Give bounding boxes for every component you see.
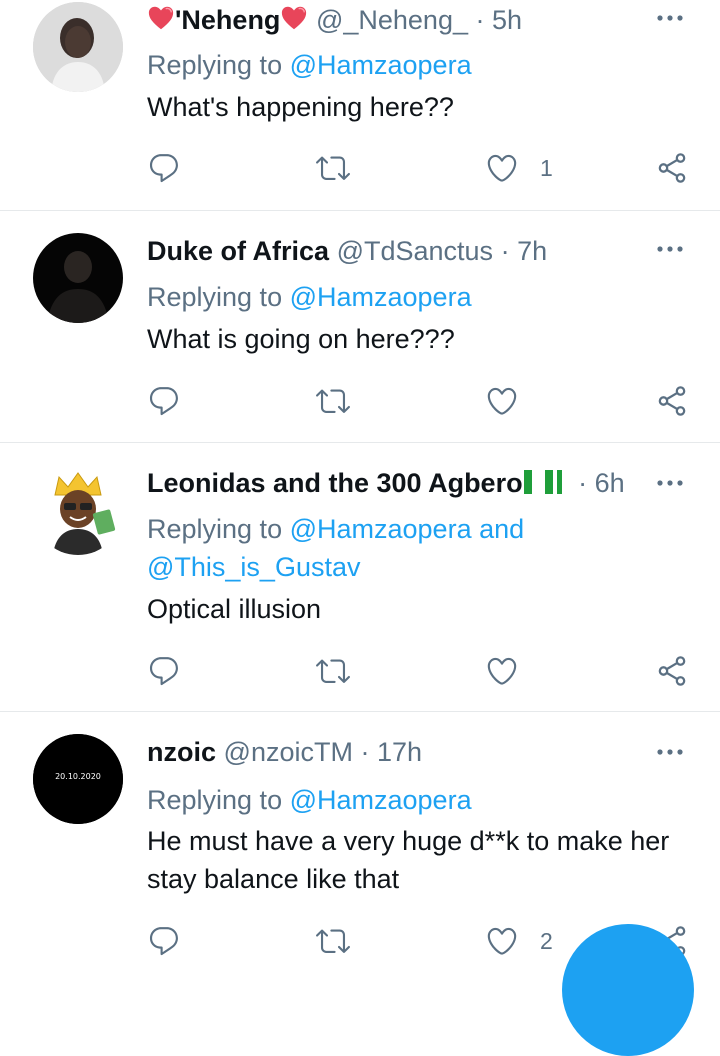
separator-dot: · [578, 468, 588, 498]
mention-link[interactable]: @Hamzaopera [290, 785, 472, 815]
mention-link[interactable]: @Hamzaopera [290, 282, 472, 312]
replying-to: Replying to @Hamzaopera [147, 781, 472, 819]
nigeria-flag-icon [523, 470, 562, 494]
mention-link[interactable]: @This_is_Gustav [147, 552, 360, 582]
separator-dot: · [475, 5, 485, 35]
retweet-icon[interactable] [316, 384, 350, 418]
reply-icon[interactable] [147, 654, 181, 688]
tweet-text: What is going on here??? [147, 324, 455, 354]
timestamp[interactable]: 5h [492, 5, 522, 35]
reply-icon[interactable] [147, 384, 181, 418]
replying-to: Replying to @Hamzaopera [147, 278, 472, 316]
more-icon[interactable] [655, 744, 685, 764]
timestamp[interactable]: 7h [517, 236, 547, 266]
user-handle[interactable]: @_Neheng_ [316, 5, 468, 35]
like-count: 1 [540, 155, 553, 181]
avatar[interactable]: 20.10.2020 [33, 734, 123, 824]
reply-icon[interactable] [147, 151, 181, 185]
tweet-text: Optical illusion [147, 594, 322, 624]
tweet-header: 'Neheng @_Neheng_ · 5h [147, 2, 522, 38]
tweet[interactable]: Duke of Africa @TdSanctus · 7h Replying … [0, 211, 720, 441]
retweet-icon[interactable] [316, 924, 350, 958]
heart-emoji-icon [280, 4, 308, 32]
more-icon[interactable] [655, 241, 685, 261]
replying-prefix: Replying to [147, 282, 290, 312]
tweet-text: What's happening here?? [147, 92, 454, 122]
avatar[interactable] [33, 233, 123, 323]
mention-link[interactable]: @Hamzaopera [290, 50, 472, 80]
timestamp[interactable]: 6h [595, 468, 625, 498]
like-icon[interactable] [485, 924, 519, 958]
heart-emoji-icon [147, 4, 175, 32]
share-icon[interactable] [655, 151, 689, 185]
like-count: 2 [540, 928, 553, 954]
tweet-header: nzoic @nzoicTM · 17h [147, 734, 422, 770]
like-icon[interactable] [485, 384, 519, 418]
tweet[interactable]: 'Neheng @_Neheng_ · 5h Replying to @Hamz… [0, 0, 720, 210]
separator-dot: · [360, 737, 370, 767]
like-icon[interactable] [485, 151, 519, 185]
retweet-icon[interactable] [316, 151, 350, 185]
compose-fab[interactable] [562, 924, 694, 1056]
separator-dot: · [500, 236, 510, 266]
user-handle[interactable]: @nzoicTM [224, 737, 353, 767]
replying-prefix: Replying to [147, 785, 290, 815]
display-name[interactable]: Leonidas and the 300 Agbero [147, 468, 523, 498]
replying-to-line2: @This_is_Gustav [147, 548, 360, 586]
avatar-woman-photo-icon [33, 2, 123, 92]
avatar[interactable] [33, 465, 123, 555]
display-name[interactable]: 'Neheng [175, 5, 280, 35]
replying-to: Replying to @Hamzaopera and [147, 510, 524, 548]
more-icon[interactable] [655, 10, 685, 30]
tweet-text: He must have a very huge d**k to make he… [147, 826, 670, 894]
more-icon[interactable] [655, 475, 685, 495]
retweet-icon[interactable] [316, 654, 350, 688]
tweet-header: Leonidas and the 300 Agbero · 6h [147, 465, 625, 501]
like-icon[interactable] [485, 654, 519, 688]
share-icon[interactable] [655, 654, 689, 688]
replying-prefix: Replying to [147, 50, 290, 80]
tweet-header: Duke of Africa @TdSanctus · 7h [147, 233, 547, 269]
avatar-text: 20.10.2020 [55, 772, 101, 781]
user-handle[interactable]: @TdSanctus [337, 236, 493, 266]
mention-link[interactable]: @Hamzaopera [290, 514, 472, 544]
share-icon[interactable] [655, 384, 689, 418]
avatar[interactable] [33, 2, 123, 92]
tweet[interactable]: Leonidas and the 300 Agbero · 6h Replyin… [0, 443, 720, 711]
replying-joiner: and [471, 514, 525, 544]
avatar-cartoon-king-icon [33, 465, 123, 555]
display-name[interactable]: Duke of Africa [147, 236, 329, 266]
avatar-dark-photo-icon [33, 233, 123, 323]
reply-icon[interactable] [147, 924, 181, 958]
replying-prefix: Replying to [147, 514, 290, 544]
timestamp[interactable]: 17h [377, 737, 422, 767]
replying-to: Replying to @Hamzaopera [147, 46, 472, 84]
display-name[interactable]: nzoic [147, 737, 216, 767]
